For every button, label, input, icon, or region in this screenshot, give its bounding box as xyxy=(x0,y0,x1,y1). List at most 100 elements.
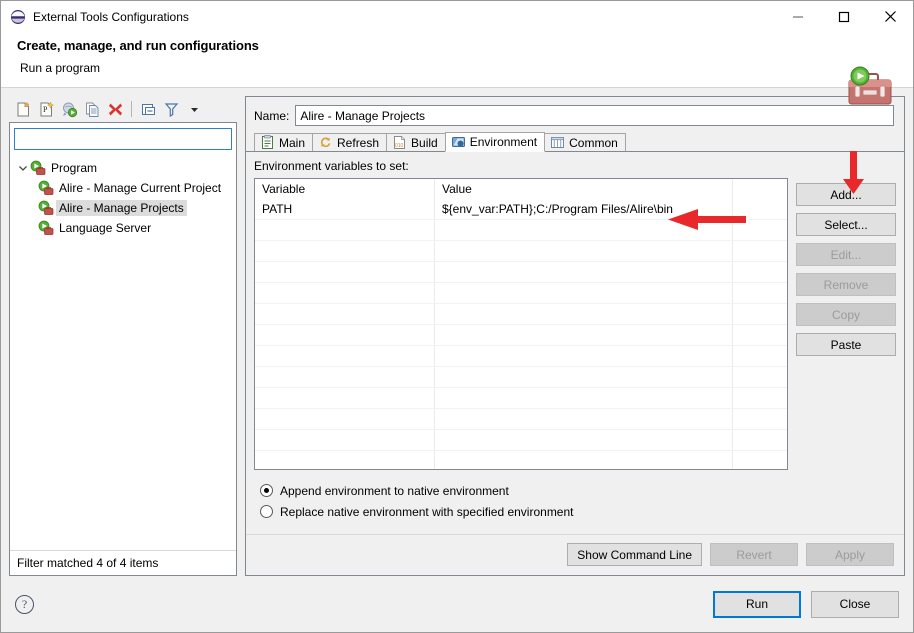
name-input[interactable] xyxy=(295,105,894,126)
tab-common[interactable]: Common xyxy=(544,133,626,152)
paste-button[interactable]: Paste xyxy=(796,333,896,356)
dialog-footer: ? Run Close xyxy=(1,576,913,632)
tab-label: Main xyxy=(279,135,306,150)
table-empty-row[interactable] xyxy=(255,325,787,346)
select-button[interactable]: Select... xyxy=(796,213,896,236)
tab-refresh[interactable]: Refresh xyxy=(312,133,388,152)
new-configuration-icon[interactable] xyxy=(13,99,33,119)
filter-input[interactable] xyxy=(14,128,232,150)
table-row[interactable]: PATH ${env_var:PATH};C:/Program Files/Al… xyxy=(255,199,787,220)
filter-status: Filter matched 4 of 4 items xyxy=(10,550,236,575)
help-question-icon[interactable]: ? xyxy=(15,594,34,614)
table-empty-row[interactable] xyxy=(255,220,787,241)
table-empty-row[interactable] xyxy=(255,304,787,325)
cell-value xyxy=(435,325,733,345)
radio-replace-environment[interactable]: Replace native environment with specifie… xyxy=(260,501,896,522)
minimize-button[interactable] xyxy=(775,1,821,32)
table-empty-row[interactable] xyxy=(255,241,787,262)
refresh-tab-icon xyxy=(318,135,333,150)
build-tab-icon: 010 xyxy=(392,135,407,150)
table-empty-row[interactable] xyxy=(255,451,787,469)
tab-environment[interactable]: Environment xyxy=(444,132,546,152)
cell-value: ${env_var:PATH};C:/Program Files/Alire\b… xyxy=(435,199,733,219)
tree-item-program[interactable]: Program xyxy=(10,158,236,178)
cell-variable xyxy=(255,430,435,450)
export-configuration-icon[interactable] xyxy=(59,99,79,119)
radio-label: Append environment to native environment xyxy=(280,483,509,498)
environment-mode-radios: Append environment to native environment… xyxy=(254,470,896,534)
cell-extra xyxy=(733,367,787,387)
table-empty-row[interactable] xyxy=(255,430,787,451)
tree-item-alire-manage-current-project[interactable]: Alire - Manage Current Project xyxy=(10,178,236,198)
program-launch-icon xyxy=(38,180,54,196)
eclipse-sphere-icon xyxy=(10,9,26,25)
table-empty-row[interactable] xyxy=(255,262,787,283)
environment-tab-icon xyxy=(451,135,466,150)
external-tools-configurations-dialog: External Tools Configurations Create, ma… xyxy=(0,0,914,633)
cell-value xyxy=(435,304,733,324)
cell-value xyxy=(435,409,733,429)
collapse-all-icon[interactable] xyxy=(138,99,158,119)
chevron-expanded-icon[interactable] xyxy=(16,161,30,175)
close-button-footer[interactable]: Close xyxy=(811,590,899,618)
name-label: Name: xyxy=(254,108,290,123)
window-title: External Tools Configurations xyxy=(33,9,189,24)
radio-button-icon[interactable] xyxy=(260,505,273,518)
column-header-variable[interactable]: Variable xyxy=(255,179,435,199)
tree-item-label: Language Server xyxy=(59,221,152,235)
tree-item-alire-manage-projects[interactable]: Alire - Manage Projects xyxy=(10,198,236,218)
radio-label: Replace native environment with specifie… xyxy=(280,504,574,519)
radio-button-icon[interactable] xyxy=(260,484,273,497)
cell-value xyxy=(435,283,733,303)
svg-text:010: 010 xyxy=(395,143,404,149)
configuration-editor-panel: Name: Main xyxy=(245,96,905,576)
cell-variable xyxy=(255,283,435,303)
program-launch-icon xyxy=(38,200,54,216)
cell-value xyxy=(435,451,733,469)
main-tab-icon xyxy=(260,135,275,150)
cell-variable xyxy=(255,346,435,366)
program-launch-icon xyxy=(30,160,46,176)
name-row: Name: xyxy=(246,97,904,132)
table-empty-row[interactable] xyxy=(255,346,787,367)
cell-variable xyxy=(255,241,435,261)
cell-extra xyxy=(733,451,787,469)
tree-item-language-server[interactable]: Language Server xyxy=(10,218,236,238)
radio-append-environment[interactable]: Append environment to native environment xyxy=(260,480,896,501)
cell-value xyxy=(435,220,733,240)
chevron-down-icon[interactable] xyxy=(184,99,204,119)
cell-value xyxy=(435,388,733,408)
column-header-value[interactable]: Value xyxy=(435,179,733,199)
cell-variable xyxy=(255,388,435,408)
tab-main[interactable]: Main xyxy=(254,133,314,152)
new-prototype-icon[interactable]: P xyxy=(36,99,56,119)
tab-build[interactable]: 010 Build xyxy=(386,133,446,152)
tab-label: Environment xyxy=(469,135,538,149)
delete-configuration-icon[interactable] xyxy=(105,99,125,119)
table-empty-row[interactable] xyxy=(255,388,787,409)
remove-button: Remove xyxy=(796,273,896,296)
table-empty-row[interactable] xyxy=(255,283,787,304)
maximize-button[interactable] xyxy=(821,1,867,32)
cell-extra xyxy=(733,220,787,240)
duplicate-configuration-icon[interactable] xyxy=(82,99,102,119)
cell-variable xyxy=(255,304,435,324)
add-button[interactable]: Add... xyxy=(796,183,896,206)
filter-icon[interactable] xyxy=(161,99,181,119)
cell-extra xyxy=(733,409,787,429)
common-tab-icon xyxy=(550,135,565,150)
table-empty-row[interactable] xyxy=(255,367,787,388)
section-label: Environment variables to set: xyxy=(254,159,409,173)
configurations-tree: Program Alire - Manage Current Project A… xyxy=(10,152,236,550)
cell-value xyxy=(435,241,733,261)
table-empty-rows xyxy=(255,220,787,469)
cell-extra xyxy=(733,241,787,261)
configurations-tree-box: Program Alire - Manage Current Project A… xyxy=(9,122,237,576)
show-command-line-button[interactable]: Show Command Line xyxy=(567,543,702,566)
close-button[interactable] xyxy=(867,1,913,32)
environment-variables-table[interactable]: Variable Value PATH ${env_var:PATH};C:/P… xyxy=(254,178,788,470)
cell-variable xyxy=(255,220,435,240)
table-empty-row[interactable] xyxy=(255,409,787,430)
run-button[interactable]: Run xyxy=(713,590,801,618)
column-header-extra[interactable] xyxy=(733,179,787,199)
